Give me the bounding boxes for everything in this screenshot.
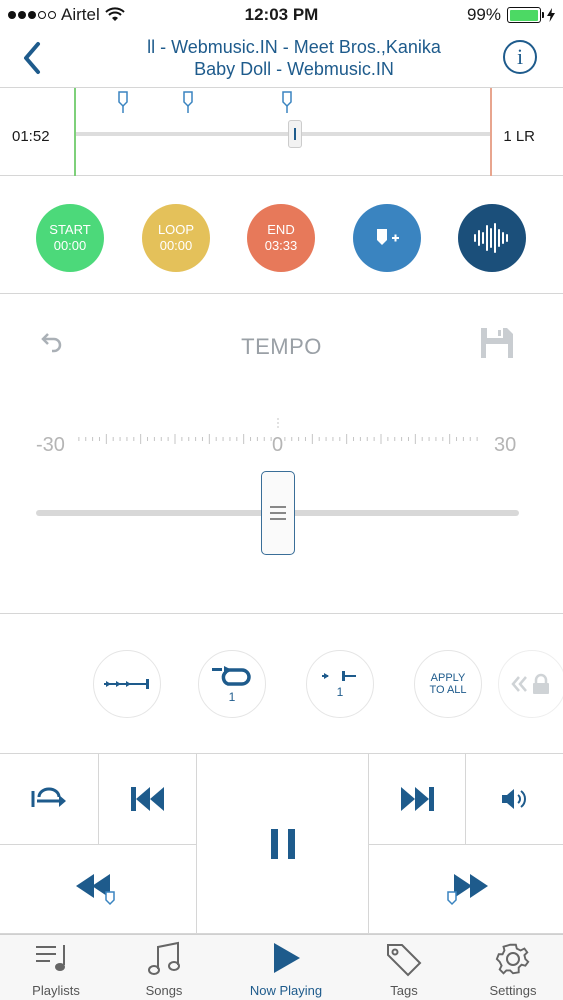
- start-label: START: [49, 222, 91, 237]
- tab-playlists[interactable]: Playlists: [0, 935, 112, 1000]
- gap-icon: [322, 671, 356, 681]
- music-note-icon: [148, 941, 180, 975]
- play-icon: [274, 943, 300, 973]
- end-button[interactable]: END 03:33: [247, 204, 315, 272]
- loop-button[interactable]: LOOP 00:00: [142, 204, 210, 272]
- gear-icon: [495, 943, 530, 975]
- song-title-line1: ll - Webmusic.IN - Meet Bros.,Kanika: [147, 37, 441, 57]
- add-marker-button[interactable]: [353, 204, 421, 272]
- tempo-panel: TEMPO -30 0 30: [0, 294, 563, 614]
- bookmark-marker[interactable]: [281, 90, 293, 114]
- apply-label-1: APPLY: [430, 672, 466, 684]
- tab-label: Now Playing: [249, 983, 323, 998]
- status-bar: Airtel 12:03 PM 99%: [0, 0, 563, 30]
- transport-controls: [0, 754, 563, 934]
- tempo-scale-ticks: [78, 418, 478, 444]
- start-button[interactable]: START 00:00: [36, 204, 104, 272]
- loop-controls: 1 1 APPLY TO ALL: [0, 614, 563, 754]
- channel-label[interactable]: 1 LR: [503, 128, 535, 145]
- apply-to-all-button[interactable]: APPLY TO ALL: [414, 650, 482, 718]
- bookmark-marker[interactable]: [182, 90, 194, 114]
- loop-label: LOOP: [157, 222, 195, 237]
- locked-feature-button[interactable]: [498, 650, 563, 718]
- fast-forward-button[interactable]: [369, 845, 563, 934]
- tempo-slider-thumb[interactable]: [261, 471, 295, 555]
- tab-label: Tags: [390, 983, 418, 998]
- chevron-left-icon: [24, 42, 40, 74]
- skip-previous-icon: [130, 787, 164, 811]
- current-time: 01:52: [12, 128, 50, 145]
- battery-icon: [507, 7, 544, 23]
- waveform-button[interactable]: [458, 204, 526, 272]
- apply-to-all-label: APPLY TO ALL: [429, 672, 466, 696]
- tab-label: Songs: [145, 983, 183, 998]
- pause-icon: [270, 828, 295, 859]
- start-marker-line: [74, 88, 76, 176]
- playhead-handle[interactable]: [288, 120, 302, 148]
- timeline[interactable]: 01:52 1 LR: [0, 88, 563, 176]
- status-right: 99%: [467, 5, 555, 25]
- loop-gap-button[interactable]: 1: [306, 650, 374, 718]
- tab-label: Playlists: [32, 983, 80, 998]
- add-bookmark-icon: [377, 229, 399, 245]
- gap-count: 1: [336, 685, 344, 699]
- previous-track-button[interactable]: [99, 754, 197, 845]
- start-time: 00:00: [53, 238, 87, 253]
- loop-time: 00:00: [159, 238, 193, 253]
- back-button[interactable]: [18, 40, 48, 76]
- play-pause-button[interactable]: [197, 754, 369, 934]
- repeat-icon: [212, 666, 251, 686]
- fast-forward-icon: [447, 874, 488, 906]
- nav-header: ll - Webmusic.IN - Meet Bros.,Kanika Bab…: [0, 30, 563, 88]
- info-button[interactable]: i: [503, 40, 537, 74]
- next-track-button[interactable]: [369, 754, 466, 845]
- save-icon: [481, 328, 513, 358]
- speed-ramp-button[interactable]: [93, 650, 161, 718]
- tab-label: Settings: [489, 983, 537, 998]
- rewind-button[interactable]: [0, 845, 197, 934]
- ramp-arrows-icon: [104, 679, 149, 689]
- volume-button[interactable]: [466, 754, 563, 845]
- tab-songs[interactable]: Songs: [108, 935, 220, 1000]
- tab-settings[interactable]: Settings: [457, 935, 563, 1000]
- battery-percent: 99%: [466, 5, 501, 24]
- volume-icon: [501, 789, 526, 809]
- marker-buttons-row: START 00:00 LOOP 00:00 END 03:33: [0, 176, 563, 294]
- song-title-line2: Baby Doll - Webmusic.IN: [194, 59, 394, 79]
- timeline-track[interactable]: [75, 132, 491, 136]
- waveform-icon: [474, 223, 508, 253]
- tab-bar: Playlists Songs Now Playing Tags Setting…: [0, 934, 563, 1000]
- skip-next-icon: [401, 787, 434, 811]
- tab-now-playing[interactable]: Now Playing: [230, 935, 342, 1000]
- end-marker-line: [490, 88, 492, 176]
- tab-tags[interactable]: Tags: [348, 935, 460, 1000]
- bookmark-marker[interactable]: [117, 90, 129, 114]
- info-icon: i: [516, 44, 524, 69]
- return-to-start-button[interactable]: [0, 754, 99, 845]
- repeat-count: 1: [228, 690, 236, 704]
- playlist-icon: [36, 945, 65, 971]
- end-time: 03:33: [264, 238, 298, 253]
- charging-icon: [547, 8, 555, 22]
- tag-icon: [387, 944, 422, 977]
- rewind-icon: [76, 874, 115, 906]
- end-label: END: [267, 222, 295, 237]
- repeat-loop-button[interactable]: 1: [198, 650, 266, 718]
- lock-rewind-icon: [511, 673, 549, 694]
- save-button[interactable]: [479, 326, 515, 360]
- apply-label-2: TO ALL: [429, 684, 467, 696]
- song-title: ll - Webmusic.IN - Meet Bros.,Kanika Bab…: [130, 36, 458, 80]
- return-icon: [31, 787, 66, 807]
